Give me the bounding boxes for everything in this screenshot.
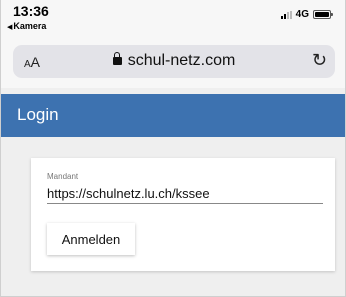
back-app-label: Kamera xyxy=(13,21,47,31)
mandant-input[interactable] xyxy=(47,184,323,204)
login-card: Mandant Anmelden xyxy=(31,158,335,271)
login-button[interactable]: Anmelden xyxy=(47,223,135,255)
browser-chrome: 13:36 ◀Kamera 4G AA schul-netz.com ↻ xyxy=(1,0,345,88)
lock-icon xyxy=(112,52,122,65)
mandant-label: Mandant xyxy=(47,172,79,181)
url-text: schul-netz.com xyxy=(127,52,236,69)
battery-icon xyxy=(313,10,333,19)
web-page: Login Mandant Anmelden xyxy=(1,88,345,296)
reload-icon[interactable]: ↻ xyxy=(312,50,327,71)
back-arrow-icon: ◀ xyxy=(7,24,13,31)
address-bar[interactable]: AA schul-netz.com ↻ xyxy=(13,45,335,78)
signal-icon xyxy=(280,10,292,19)
status-indicators: 4G xyxy=(280,9,333,20)
phone-screen: 13:36 ◀Kamera 4G AA schul-netz.com ↻ Log… xyxy=(0,0,346,297)
back-to-app-link[interactable]: ◀Kamera xyxy=(7,21,46,31)
app-header: Login xyxy=(1,94,345,137)
url-display[interactable]: schul-netz.com xyxy=(13,52,335,70)
page-title: Login xyxy=(17,105,59,124)
network-label: 4G xyxy=(295,9,309,20)
status-time: 13:36 xyxy=(13,3,49,19)
